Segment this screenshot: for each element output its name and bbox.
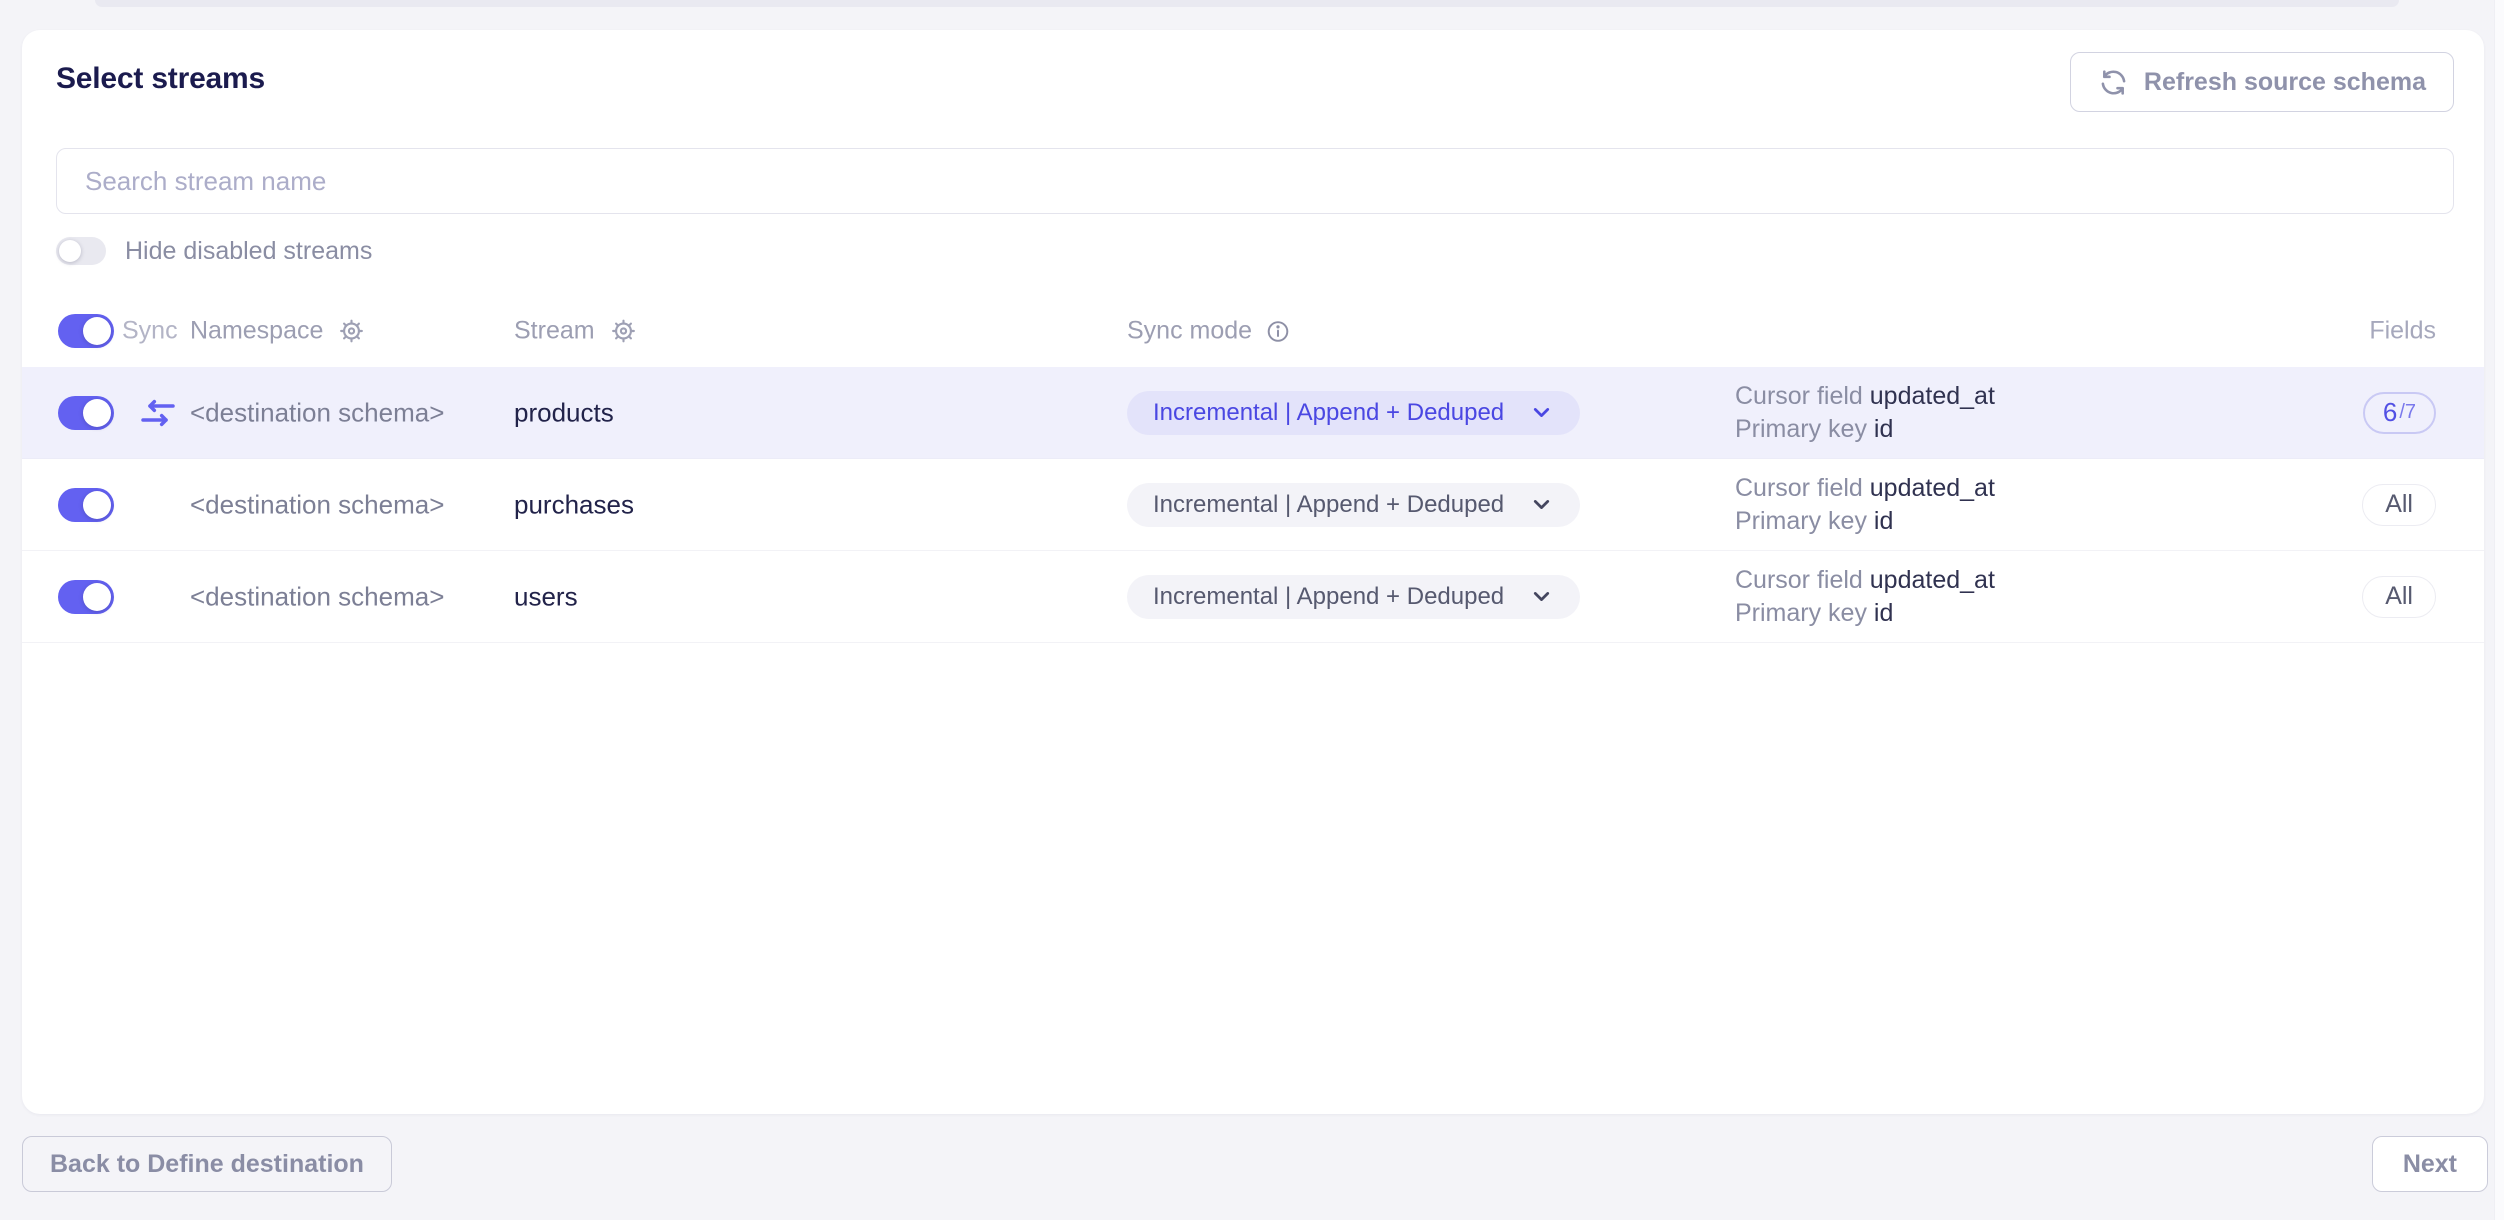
column-header-fields: Fields xyxy=(2369,317,2436,346)
namespace-value: <destination schema> xyxy=(190,489,444,520)
refresh-button-label: Refresh source schema xyxy=(2144,68,2426,97)
hide-disabled-streams-toggle[interactable] xyxy=(56,237,106,265)
primary-key-value: id xyxy=(1874,507,1893,535)
stream-sync-toggle[interactable] xyxy=(58,488,114,522)
namespace-value: <destination schema> xyxy=(190,581,444,612)
primary-key-label: Primary key xyxy=(1735,507,1874,535)
stream-row[interactable]: <destination schema> products Incrementa… xyxy=(22,367,2484,459)
fields-all-badge[interactable]: All xyxy=(2362,576,2436,618)
stream-name: products xyxy=(514,397,614,428)
stream-name: users xyxy=(514,581,578,612)
sync-config: Cursor field updated_at Primary key id xyxy=(1735,564,1995,630)
sync-mode-value: Incremental | Append + Deduped xyxy=(1153,491,1504,519)
column-header-sync-mode: Sync mode xyxy=(1127,317,1291,346)
primary-key-value: id xyxy=(1874,415,1893,443)
sync-mode-dropdown[interactable]: Incremental | Append + Deduped xyxy=(1127,575,1580,619)
column-header-namespace: Namespace xyxy=(190,317,365,346)
sync-mode-value: Incremental | Append + Deduped xyxy=(1153,399,1504,427)
primary-key-line: Primary key id xyxy=(1735,413,1995,446)
chevron-down-icon xyxy=(1529,584,1554,609)
stream-header-label: Stream xyxy=(514,317,595,346)
toggle-knob xyxy=(83,399,111,427)
stream-row[interactable]: <destination schema> purchases Increment… xyxy=(22,459,2484,551)
search-input[interactable] xyxy=(56,148,2454,214)
column-header-stream: Stream xyxy=(514,317,637,346)
toggle-knob xyxy=(83,317,111,345)
stream-sync-toggle[interactable] xyxy=(58,580,114,614)
fields-all-badge[interactable]: All xyxy=(2362,484,2436,526)
stream-name: purchases xyxy=(514,489,634,520)
select-streams-card: Select streams Refresh source schema Hid… xyxy=(22,30,2484,1114)
stream-row[interactable]: <destination schema> users Incremental |… xyxy=(22,551,2484,643)
sync-config: Cursor field updated_at Primary key id xyxy=(1735,472,1995,538)
sync-direction-arrows-icon xyxy=(138,393,178,433)
primary-key-label: Primary key xyxy=(1735,415,1874,443)
sync-mode-header-label: Sync mode xyxy=(1127,317,1252,346)
toggle-knob xyxy=(59,240,81,262)
next-button[interactable]: Next xyxy=(2372,1136,2488,1192)
previous-section-edge xyxy=(95,0,2399,7)
toggle-knob xyxy=(83,583,111,611)
cursor-field-value: updated_at xyxy=(1870,566,1995,594)
refresh-source-schema-button[interactable]: Refresh source schema xyxy=(2070,52,2454,112)
cursor-field-value: updated_at xyxy=(1870,382,1995,410)
cursor-field-label: Cursor field xyxy=(1735,382,1870,410)
namespace-gear-icon[interactable] xyxy=(338,318,365,345)
sync-mode-dropdown[interactable]: Incremental | Append + Deduped xyxy=(1127,391,1580,435)
sync-all-toggle[interactable] xyxy=(58,314,114,348)
sync-mode-dropdown[interactable]: Incremental | Append + Deduped xyxy=(1127,483,1580,527)
namespace-value: <destination schema> xyxy=(190,397,444,428)
toggle-knob xyxy=(83,491,111,519)
info-icon[interactable] xyxy=(1265,318,1291,344)
back-button[interactable]: Back to Define destination xyxy=(22,1136,392,1192)
cursor-field-line: Cursor field updated_at xyxy=(1735,380,1995,413)
sync-mode-value: Incremental | Append + Deduped xyxy=(1153,583,1504,611)
column-header-sync: Sync xyxy=(122,317,178,346)
primary-key-label: Primary key xyxy=(1735,599,1874,627)
cursor-field-value: updated_at xyxy=(1870,474,1995,502)
stream-table-body: <destination schema> products Incrementa… xyxy=(22,367,2484,643)
primary-key-value: id xyxy=(1874,599,1893,627)
primary-key-line: Primary key id xyxy=(1735,505,1995,538)
hide-disabled-streams-label: Hide disabled streams xyxy=(125,237,372,266)
page-title: Select streams xyxy=(56,62,265,96)
chevron-down-icon xyxy=(1529,492,1554,517)
stream-table-header: Sync Namespace Stream Sync mode xyxy=(22,301,2484,361)
primary-key-line: Primary key id xyxy=(1735,597,1995,630)
chevron-down-icon xyxy=(1529,400,1554,425)
cursor-field-label: Cursor field xyxy=(1735,566,1870,594)
scrollbar[interactable] xyxy=(2494,0,2504,1220)
fields-selected-badge[interactable]: 6 /7 xyxy=(2363,392,2436,434)
cursor-field-label: Cursor field xyxy=(1735,474,1870,502)
cursor-field-line: Cursor field updated_at xyxy=(1735,472,1995,505)
fields-count-value: 6 xyxy=(2383,397,2397,428)
cursor-field-line: Cursor field updated_at xyxy=(1735,564,1995,597)
refresh-icon xyxy=(2098,67,2129,98)
stream-gear-icon[interactable] xyxy=(610,318,637,345)
fields-total-value: /7 xyxy=(2399,401,2416,424)
namespace-header-label: Namespace xyxy=(190,317,323,346)
sync-config: Cursor field updated_at Primary key id xyxy=(1735,380,1995,446)
stream-sync-toggle[interactable] xyxy=(58,396,114,430)
